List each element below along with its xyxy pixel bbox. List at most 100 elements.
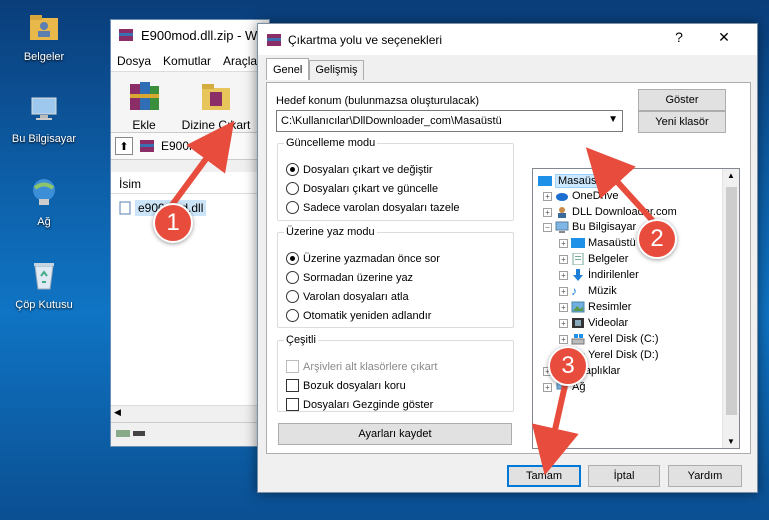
expand-icon[interactable]: +: [559, 254, 568, 264]
add-button[interactable]: Ekle: [115, 78, 173, 132]
destination-path-combo[interactable]: C:\Kullanıcılar\DllDownloader_com\Masaüs…: [276, 110, 623, 132]
expand-icon[interactable]: +: [559, 286, 568, 296]
close-icon[interactable]: ✕: [713, 29, 735, 46]
file-icon: [119, 201, 131, 215]
tree-node-local-disk-c[interactable]: + Yerel Disk (C:): [559, 333, 659, 345]
check-keep-broken-files[interactable]: Bozuk dosyaları koru: [286, 379, 406, 392]
desktop-icon-label: Belgeler: [23, 51, 65, 63]
radio-button[interactable]: [286, 182, 299, 195]
folder-tree[interactable]: Masaüstü + OneDrive + DLL Downloader.com…: [532, 168, 740, 449]
radio-label: Dosyaları çıkart ve değiştir: [303, 163, 433, 176]
radio-skip-existing[interactable]: Varolan dosyaları atla: [286, 290, 409, 303]
new-folder-button[interactable]: Yeni klasör: [638, 111, 726, 133]
overwrite-mode-group: Üzerine yaz modu Üzerine yazmadan önce s…: [277, 226, 514, 328]
tree-node-label: DLL Downloader.com: [572, 206, 677, 218]
books-icon: [130, 82, 159, 110]
checkbox[interactable]: [286, 379, 299, 392]
file-row[interactable]: e900mod.dll: [119, 200, 269, 216]
desktop-icon-recycle-bin[interactable]: Çöp Kutusu: [4, 258, 84, 311]
help-icon[interactable]: ?: [668, 29, 690, 45]
tree-node-downloads[interactable]: + İndirilenler: [559, 269, 639, 281]
radio-button[interactable]: [286, 309, 299, 322]
recycle-bin-icon: [34, 263, 54, 290]
tree-node-this-pc[interactable]: − Bu Bilgisayar: [543, 221, 636, 233]
desktop-icon-network[interactable]: Ağ: [4, 175, 84, 228]
menu-commands[interactable]: Komutlar: [163, 54, 211, 68]
winrar-horizontal-scrollbar[interactable]: ◀: [111, 405, 269, 422]
tree-node-dll-downloader[interactable]: + DLL Downloader.com: [543, 206, 677, 218]
desktop-icon: [571, 238, 585, 248]
ok-button[interactable]: Tamam: [507, 465, 581, 487]
desktop-icon-label: Bu Bilgisayar: [11, 133, 77, 145]
radio-refresh-existing[interactable]: Sadece varolan dosyaları tazele: [286, 201, 460, 214]
up-folder-icon[interactable]: ⬆: [115, 137, 133, 155]
tree-node-pictures[interactable]: + Resimler: [559, 301, 631, 313]
tree-node-label: Videolar: [588, 317, 629, 329]
save-settings-button[interactable]: Ayarları kaydet: [278, 423, 512, 445]
tree-node-desktop[interactable]: + Masaüstü: [559, 237, 636, 249]
checkbox-label: Arşivleri alt klasörlere çıkart: [303, 360, 438, 373]
music-note-icon: ♪: [571, 284, 577, 298]
column-header-name[interactable]: İsim: [111, 172, 269, 194]
tree-node-onedrive[interactable]: + OneDrive: [543, 190, 618, 202]
scroll-down-icon[interactable]: ▼: [727, 437, 735, 446]
desktop-icon-label: Çöp Kutusu: [15, 299, 73, 311]
radio-overwrite-without-prompt[interactable]: Sormadan üzerine yaz: [286, 271, 413, 284]
scroll-up-icon[interactable]: ▲: [727, 171, 735, 180]
radio-button[interactable]: [286, 163, 299, 176]
radio-extract-update[interactable]: Dosyaları çıkart ve güncelle: [286, 182, 438, 195]
check-show-in-explorer[interactable]: Dosyaları Gezginde göster: [286, 398, 433, 411]
tree-vertical-scrollbar[interactable]: ▲ ▼: [722, 169, 739, 448]
extract-to-button[interactable]: Dizine Çıkart: [179, 78, 253, 132]
expand-icon[interactable]: +: [543, 191, 552, 201]
expand-icon[interactable]: +: [559, 238, 568, 248]
tab-general[interactable]: Genel: [266, 58, 310, 80]
desktop-icon: [538, 176, 552, 186]
desktop-icon-documents[interactable]: Belgeler: [4, 10, 84, 63]
misc-legend: Çeşitli: [286, 334, 316, 346]
general-tab-panel: Hedef konum (bulunmazsa oluşturulacak) C…: [266, 82, 751, 454]
radio-button[interactable]: [286, 271, 299, 284]
dialog-title-bar[interactable]: Çıkartma yolu ve seçenekleri ? ✕: [258, 24, 757, 55]
computer-icon: [31, 97, 57, 120]
user-folder-icon: [558, 207, 566, 218]
radio-extract-replace[interactable]: Dosyaları çıkart ve değiştir: [286, 163, 433, 176]
winrar-file-list: İsim e900mod.dll: [111, 172, 269, 422]
cancel-button[interactable]: İptal: [588, 465, 660, 487]
radio-label: Üzerine yazmadan önce sor: [303, 252, 440, 265]
expand-icon[interactable]: +: [543, 382, 552, 392]
scrollbar-thumb[interactable]: [726, 187, 737, 415]
radio-label: Dosyaları çıkart ve güncelle: [303, 182, 439, 195]
menu-file[interactable]: Dosya: [117, 54, 151, 68]
help-button[interactable]: Yardım: [668, 465, 742, 487]
radio-button[interactable]: [286, 252, 299, 265]
expand-icon[interactable]: +: [559, 302, 568, 312]
expand-icon[interactable]: +: [559, 270, 568, 280]
radio-button[interactable]: [286, 201, 299, 214]
winrar-address-path[interactable]: E900mod.dl: [161, 139, 225, 153]
tab-advanced[interactable]: Gelişmiş: [309, 60, 364, 80]
tree-node-videos[interactable]: + Videolar: [559, 317, 628, 329]
tree-node-label: Belgeler: [588, 253, 629, 265]
winrar-title-bar[interactable]: E900mod.dll.zip - W: [111, 20, 269, 50]
collapse-icon[interactable]: −: [543, 222, 552, 232]
tree-node-label: Yerel Disk (C:): [588, 333, 659, 345]
expand-icon[interactable]: +: [559, 318, 568, 328]
checkbox-label: Bozuk dosyaları koru: [303, 379, 406, 392]
desktop-icon-this-pc[interactable]: Bu Bilgisayar: [4, 92, 84, 145]
chevron-down-icon[interactable]: ▼: [608, 114, 618, 125]
expand-icon[interactable]: +: [543, 207, 552, 217]
tree-node-music[interactable]: + ♪ Müzik: [559, 285, 617, 297]
winrar-app-icon: [119, 29, 133, 41]
show-button[interactable]: Göster: [638, 89, 726, 111]
expand-icon[interactable]: +: [559, 334, 568, 344]
menu-tools[interactable]: Araçla: [223, 54, 257, 68]
radio-ask-before-overwrite[interactable]: Üzerine yazmadan önce sor: [286, 252, 440, 265]
checkbox[interactable]: [286, 398, 299, 411]
radio-rename-auto[interactable]: Otomatik yeniden adlandır: [286, 309, 431, 322]
tree-node-documents[interactable]: + Belgeler: [559, 253, 628, 265]
radio-button[interactable]: [286, 290, 299, 303]
tree-node-desktop-root[interactable]: Masaüstü: [538, 174, 609, 188]
winrar-address-bar: ⬆ E900mod.dl: [111, 132, 269, 160]
tree-node-label: Resimler: [588, 301, 632, 313]
